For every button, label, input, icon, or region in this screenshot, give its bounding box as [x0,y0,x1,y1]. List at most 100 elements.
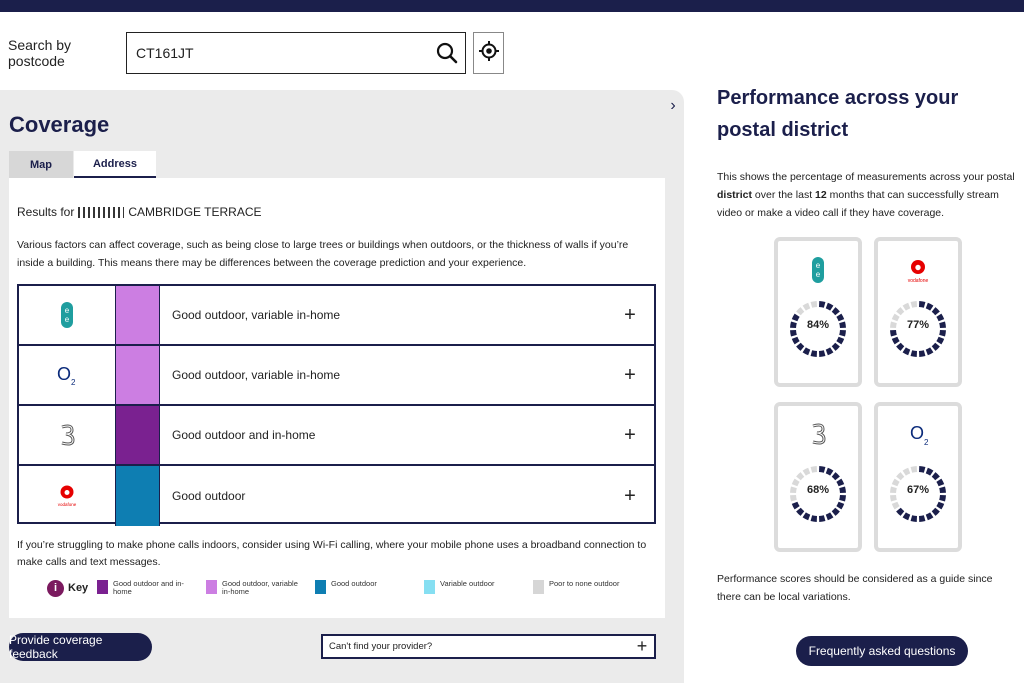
results-heading: Results for CAMBRIDGE TERRACE [17,205,262,219]
coverage-feedback-button[interactable]: Provide coverage feedback [9,633,152,661]
desc-bold: 12 [815,189,827,201]
results-prefix: Results for [17,205,75,219]
coverage-status: Good outdoor, variable in-home [172,308,341,322]
ring-segment [918,350,926,357]
coverage-color-swatch [115,286,160,344]
ring-segment [902,512,911,521]
svg-text:2: 2 [71,378,76,387]
key-item: Good outdoor, variable in-home [206,580,300,596]
ee-logo-icon: ee [19,286,115,344]
expand-plus-icon[interactable]: + [606,304,654,327]
ring-segment [825,467,834,476]
ring-segment [902,347,911,356]
desc-bold: district [717,189,753,201]
performance-note: Performance scores should be considered … [717,573,993,603]
ring-segment [902,302,911,311]
provider-coverage-table: ee Good outdoor, variable in-home + O2 G… [17,284,656,526]
ring-segment [925,467,934,476]
redacted-house-number [78,206,125,218]
svg-text:e: e [816,270,821,279]
results-address: CAMBRIDGE TERRACE [128,205,262,219]
provider-row-three[interactable]: Good outdoor and in-home + [19,406,654,466]
ring-segment [831,307,840,316]
ring-segment [910,466,918,473]
coverage-factors-text: Various factors can affect coverage, suc… [17,239,629,269]
key-item-label: Good outdoor [331,579,377,588]
ring-segment [818,466,826,473]
search-field[interactable] [126,32,466,74]
ring-segment [931,507,940,516]
ring-segment [925,512,934,521]
wifi-calling-tip: If you’re struggling to make phone calls… [17,539,647,568]
key-swatch [424,580,435,594]
coverage-color-swatch [115,346,160,404]
desc-text: over the last [752,189,816,201]
ring-segment [818,515,826,522]
ring-segment [910,350,918,357]
key-item-label: Good outdoor, variable in-home [222,579,298,596]
coverage-color-swatch [115,466,160,526]
ring-segment [891,336,900,345]
ring-segment [810,350,818,357]
svg-text:O: O [57,364,71,384]
vodafone-logo-icon: vodafone [908,260,929,284]
faq-button[interactable]: Frequently asked questions [796,636,968,666]
svg-text:vodafone: vodafone [58,502,77,507]
key-swatch [533,580,544,594]
svg-text:O: O [910,423,924,443]
provider-row-ee[interactable]: ee Good outdoor, variable in-home + [19,286,654,346]
search-icon[interactable] [435,41,459,65]
locate-me-button[interactable] [473,32,504,74]
top-banner [0,0,1024,12]
ring-segment [831,472,840,481]
expand-plus-icon[interactable]: + [606,485,654,508]
score-card-three: 68% [774,402,862,552]
svg-text:2: 2 [924,438,929,447]
ring-segment [836,336,845,345]
score-card-o2: O2 67% [874,402,962,552]
ring-segment [810,466,818,473]
ring-segment [796,342,805,351]
ring-segment [791,336,800,345]
expand-plus-icon[interactable]: + [606,364,654,387]
ring-segment [910,515,918,522]
ring-segment [896,472,905,481]
provider-row-o2[interactable]: O2 Good outdoor, variable in-home + [19,346,654,406]
ring-segment [936,336,945,345]
svg-text:e: e [816,261,821,270]
key-label: Key [68,582,89,594]
provider-row-vodafone[interactable]: vodafone Good outdoor + [19,466,654,526]
coverage-status: Good outdoor and in-home [172,428,316,442]
key-swatch [97,580,108,594]
ring-segment [818,350,826,357]
cant-find-provider-dropdown[interactable]: Can't find your provider? + [321,634,656,659]
score-card-ee: ee 84% [774,237,862,387]
postcode-input[interactable] [136,45,426,61]
score-card-vodafone: vodafone 77% [874,237,962,387]
ring-segment [791,501,800,510]
ring-segment [896,307,905,316]
score-percent: 68% [806,484,830,496]
ring-segment [796,472,805,481]
tab-address[interactable]: Address [74,151,156,178]
collapse-panel-chevron-icon[interactable]: › [662,94,684,118]
ring-segment [802,347,811,356]
ring-segment [825,302,834,311]
key-item-label: Poor to none outdoor [549,579,620,588]
ring-segment [802,467,811,476]
key-item-label: Variable outdoor [440,579,495,588]
tab-map[interactable]: Map [9,151,73,178]
ring-segment [931,307,940,316]
expand-plus-icon[interactable]: + [630,636,654,657]
ring-segment [896,507,905,516]
ring-segment [802,302,811,311]
ring-segment [896,342,905,351]
dropdown-label: Can't find your provider? [329,641,433,652]
info-icon[interactable]: i [47,580,64,597]
search-label: Search by postcode [8,37,72,69]
expand-plus-icon[interactable]: + [606,424,654,447]
ring-segment [825,347,834,356]
ring-segment [918,301,926,308]
ring-segment [825,512,834,521]
ring-segment [810,515,818,522]
